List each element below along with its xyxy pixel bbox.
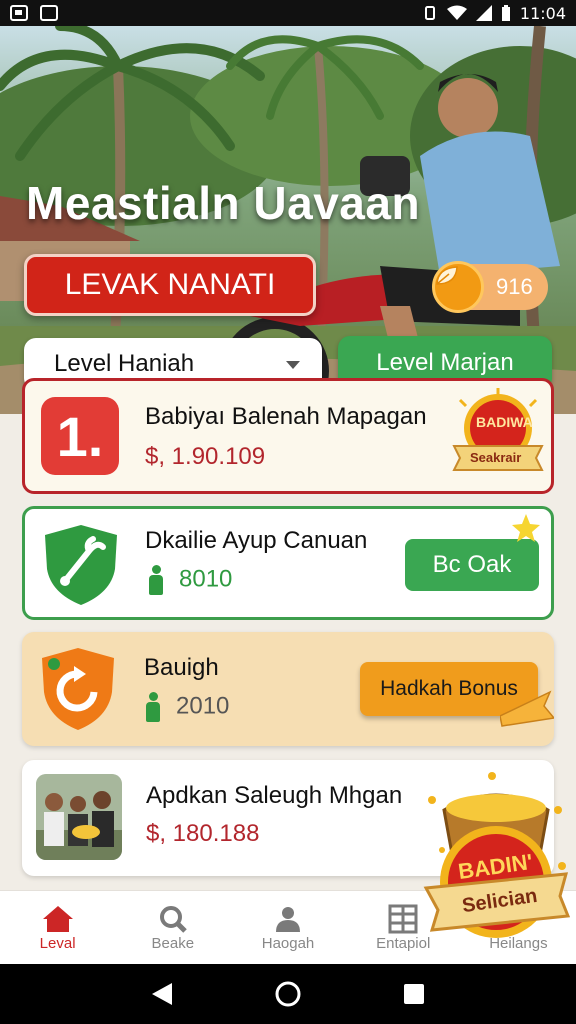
card-amount: $, 1.90.109	[145, 443, 266, 470]
coin-balance[interactable]: 916	[432, 261, 548, 313]
clock: 11:04	[519, 3, 566, 23]
card-title: Apdkan Saleugh Mhgan	[146, 782, 403, 809]
gold-pot-badge: BADIN' Selician	[422, 770, 571, 955]
recents-icon[interactable]	[402, 982, 426, 1006]
rank-one-icon: 1.	[41, 397, 119, 475]
card-value: 8010	[147, 565, 232, 595]
search-icon	[159, 906, 187, 933]
status-bar: 11:04	[0, 0, 576, 26]
chevron-down-icon	[286, 361, 300, 369]
person-icon	[147, 565, 165, 595]
hero-primary-button[interactable]: LEVAK NANATI	[24, 254, 316, 316]
refresh-shield-icon	[42, 648, 114, 730]
back-icon[interactable]	[150, 981, 174, 1007]
card-action-button[interactable]: Bc Oak	[405, 539, 539, 591]
card-title: Dkailie Ayup Canuan	[145, 527, 368, 554]
person-icon	[144, 692, 162, 722]
people-photo	[36, 774, 122, 860]
hero-banner: Meastialn Uavaan LEVAK NANATI 916 Level …	[0, 26, 576, 414]
gallery-notification-icon	[10, 5, 28, 21]
nav-label: Haogah	[261, 935, 315, 952]
star-icon	[512, 514, 540, 542]
home-icon	[42, 906, 73, 932]
card-title: Bauigh	[144, 654, 219, 681]
vibrate-icon	[424, 6, 435, 20]
card-value: 2010	[144, 692, 229, 722]
coin-count: 916	[496, 274, 533, 299]
nav-item-beake[interactable]: Beake	[115, 891, 230, 964]
signal-icon	[475, 5, 492, 21]
app-notification-icon	[40, 5, 58, 21]
card-title: Babiyaı Balenah Mapagan	[145, 403, 427, 430]
nav-label: Leval	[39, 935, 76, 952]
ribbon-badge-1: BADIWA Seakrair	[446, 386, 550, 481]
hero-title: Meastialn Uavaan	[26, 177, 421, 229]
reward-card-2[interactable]: Dkailie Ayup Canuan 8010 Bc Oak	[22, 506, 554, 620]
home-circle-icon[interactable]	[274, 980, 302, 1008]
level-dropdown-value: Level Haniah	[54, 350, 195, 377]
nav-item-haogah[interactable]: Haogah	[230, 891, 345, 964]
ribbon-badge-text: BADIWA	[476, 414, 533, 430]
grid-icon	[388, 904, 418, 934]
ribbon-badge-subtext: Seakrair	[470, 450, 522, 465]
card-amount: $, 180.188	[146, 820, 260, 847]
battery-icon	[501, 5, 510, 21]
person-icon	[276, 907, 300, 932]
ribbon-tail-icon	[500, 690, 554, 727]
nav-label: Beake	[151, 935, 195, 952]
wifi-icon	[446, 5, 467, 20]
reward-card-3[interactable]: Bauigh 2010 Hadkah Bonus	[22, 632, 554, 746]
shield-icon	[45, 525, 117, 605]
nav-item-leval[interactable]: Leval	[0, 891, 115, 964]
system-navigation-bar	[0, 964, 576, 1024]
leaf-coin-icon	[432, 261, 484, 313]
